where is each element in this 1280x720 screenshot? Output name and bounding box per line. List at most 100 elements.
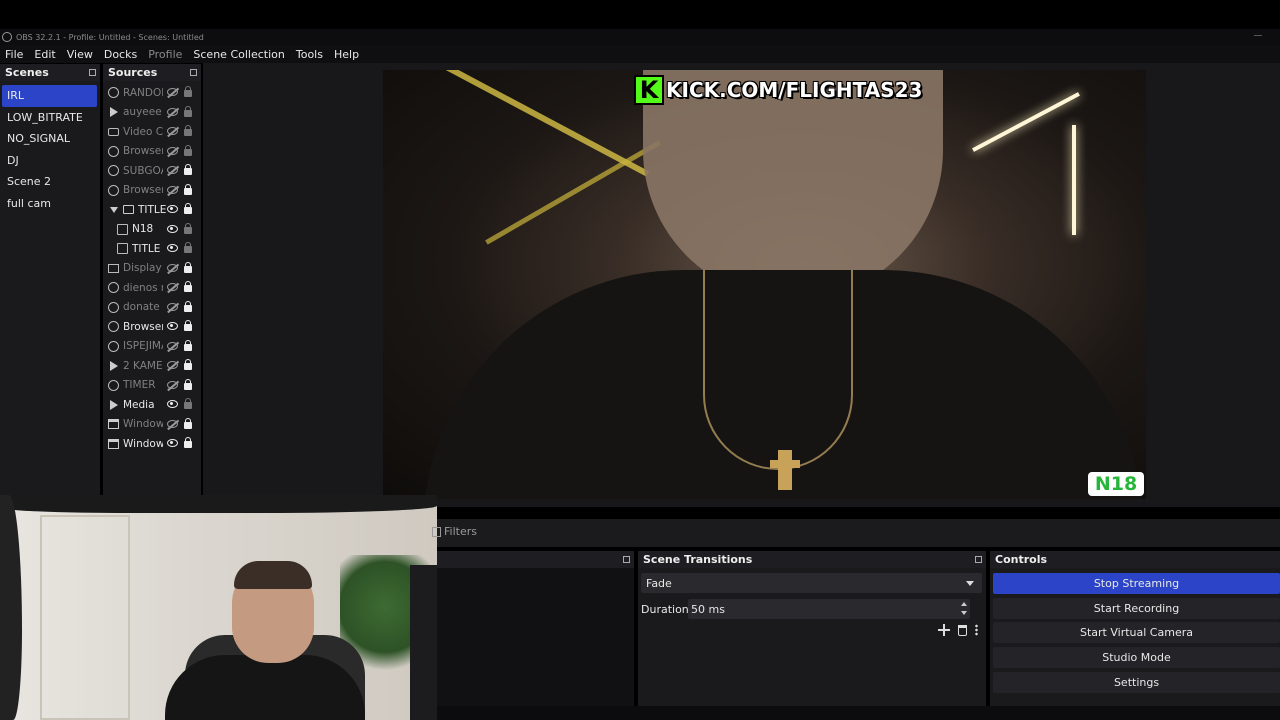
source-label: ISPEJIMA	[123, 340, 163, 353]
lock-icon[interactable]	[184, 105, 192, 117]
lock-icon[interactable]	[184, 320, 192, 331]
eye-icon[interactable]	[167, 224, 178, 233]
source-item[interactable]: SUBGOA	[103, 161, 201, 181]
lock-icon[interactable]	[184, 144, 192, 156]
lock-icon[interactable]	[184, 359, 192, 370]
source-item[interactable]: Browser	[103, 181, 201, 201]
eye-off-icon[interactable]	[167, 146, 178, 155]
source-item[interactable]: auyeee	[103, 103, 201, 123]
lock-icon[interactable]	[184, 437, 192, 448]
undock-icon[interactable]	[975, 556, 982, 563]
eye-off-icon[interactable]	[167, 166, 178, 174]
eye-off-icon[interactable]	[167, 361, 178, 369]
eye-off-icon[interactable]	[167, 88, 178, 96]
eye-icon[interactable]	[167, 322, 178, 330]
lock-icon[interactable]	[184, 339, 192, 351]
start-recording-button[interactable]: Start Recording	[993, 598, 1280, 619]
eye-off-icon[interactable]	[167, 263, 178, 272]
lock-icon[interactable]	[184, 281, 192, 292]
eye-icon[interactable]	[167, 400, 178, 408]
source-item[interactable]: TIMER	[103, 376, 201, 396]
menu-edit[interactable]: Edit	[29, 48, 61, 61]
source-item[interactable]: Browser	[103, 142, 201, 162]
eye-off-icon[interactable]	[167, 419, 178, 428]
scene-item-low-bitrate[interactable]: LOW_BITRATE	[0, 107, 100, 129]
source-item[interactable]: Browser	[103, 317, 201, 337]
webcam-frame-edge	[0, 495, 437, 513]
lock-icon[interactable]	[184, 203, 192, 214]
source-item[interactable]: N18	[103, 220, 201, 240]
eye-icon[interactable]	[167, 439, 178, 447]
eye-icon[interactable]	[167, 205, 178, 213]
source-item[interactable]: Window	[103, 415, 201, 435]
start-virtual-camera-button[interactable]: Start Virtual Camera	[993, 622, 1280, 643]
lock-icon[interactable]	[184, 222, 192, 234]
menu-docks[interactable]: Docks	[99, 48, 143, 61]
source-item[interactable]: ISPEJIMA	[103, 337, 201, 357]
source-item[interactable]: RANDOM	[103, 83, 201, 103]
add-transition-icon[interactable]	[938, 624, 950, 636]
scene-item-scene-2[interactable]: Scene 2	[0, 171, 100, 193]
source-item[interactable]: Media	[103, 395, 201, 415]
source-item[interactable]: Display C	[103, 259, 201, 279]
eye-off-icon[interactable]	[167, 380, 178, 389]
source-label: SUBGOA	[123, 164, 163, 177]
lock-icon[interactable]	[184, 164, 192, 175]
lock-icon[interactable]	[184, 378, 192, 390]
undock-icon[interactable]	[89, 69, 96, 76]
undock-icon[interactable]	[623, 556, 630, 563]
menu-tools[interactable]: Tools	[291, 48, 329, 61]
stop-streaming-button[interactable]: Stop Streaming	[993, 573, 1280, 594]
lock-icon[interactable]	[184, 261, 192, 273]
source-item[interactable]: TITLE	[103, 200, 201, 220]
source-item[interactable]: TITLE	[103, 239, 201, 259]
source-item[interactable]: dienos n	[103, 278, 201, 298]
program-preview[interactable]	[383, 70, 1146, 499]
source-item[interactable]: 2 KAMEF	[103, 356, 201, 376]
duration-spinbox[interactable]: 50 ms	[688, 599, 970, 619]
eye-icon[interactable]	[167, 244, 178, 252]
menu-help[interactable]: Help	[329, 48, 365, 61]
lock-icon[interactable]	[184, 242, 192, 253]
globe-icon	[108, 165, 119, 177]
spin-up-icon[interactable]	[961, 602, 967, 606]
menu-file[interactable]: File	[0, 48, 29, 61]
more-options-icon[interactable]	[975, 624, 978, 636]
source-item[interactable]: Video Ca	[103, 122, 201, 142]
source-item[interactable]: donate	[103, 298, 201, 318]
eye-off-icon[interactable]	[167, 302, 178, 311]
scene-item-dj[interactable]: DJ	[0, 150, 100, 172]
remove-transition-icon[interactable]	[958, 624, 967, 636]
scene-item-irl[interactable]: IRL	[2, 85, 97, 107]
eye-off-icon[interactable]	[167, 127, 178, 135]
eye-off-icon[interactable]	[167, 185, 178, 194]
eye-off-icon[interactable]	[167, 283, 178, 291]
kick-overlay: K KICK.COM/FLIGHTAS23	[634, 75, 922, 105]
globe-icon	[108, 321, 119, 333]
studio-mode-button[interactable]: Studio Mode	[993, 647, 1280, 668]
settings-button[interactable]: Settings	[993, 672, 1280, 693]
webcam-overlay-feed	[0, 495, 437, 720]
lock-icon[interactable]	[184, 86, 192, 97]
lock-icon[interactable]	[184, 125, 192, 136]
spin-down-icon[interactable]	[961, 611, 967, 615]
lock-icon[interactable]	[184, 183, 192, 195]
menu-view[interactable]: View	[62, 48, 99, 61]
eye-off-icon[interactable]	[167, 107, 178, 116]
scene-item-full-cam[interactable]: full cam	[0, 193, 100, 215]
scene-item-no-signal[interactable]: NO_SIGNAL	[0, 128, 100, 150]
eye-off-icon[interactable]	[167, 341, 178, 350]
expand-caret-icon[interactable]	[108, 204, 119, 215]
menu-scene-collection[interactable]: Scene Collection	[188, 48, 290, 61]
lock-icon[interactable]	[184, 398, 192, 409]
source-label: Media	[123, 398, 155, 411]
minimize-icon[interactable]	[1254, 35, 1262, 36]
source-label: Browser	[123, 184, 163, 197]
menu-profile[interactable]: Profile	[143, 48, 188, 61]
source-item[interactable]: Window	[103, 434, 201, 454]
lock-icon[interactable]	[184, 417, 192, 429]
undock-icon[interactable]	[190, 69, 197, 76]
lock-icon[interactable]	[184, 300, 192, 312]
filters-button[interactable]: Filters	[432, 525, 477, 538]
transition-select[interactable]: Fade	[641, 573, 982, 593]
